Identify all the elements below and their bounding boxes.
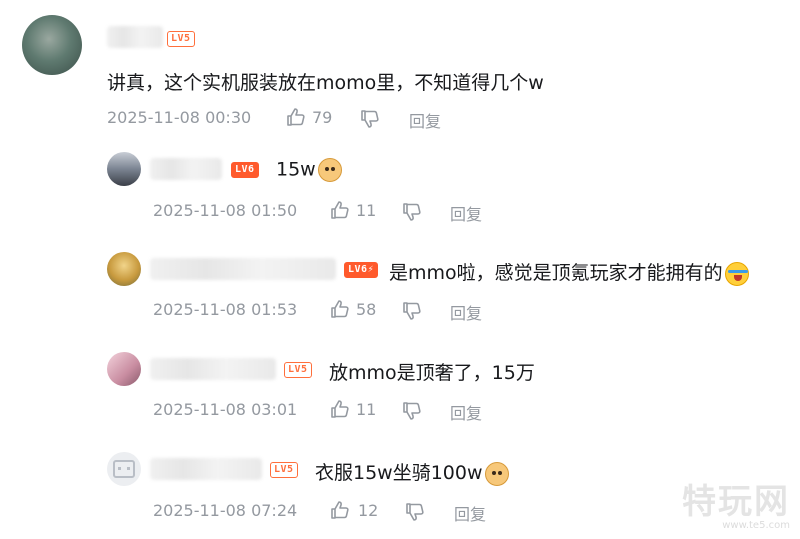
avatar[interactable] (22, 15, 82, 75)
comment-timestamp: 2025-11-08 07:24 (153, 501, 298, 520)
avatar[interactable] (107, 152, 141, 186)
reply-button[interactable]: 回复 (450, 400, 482, 424)
reply-button[interactable]: 回复 (450, 300, 482, 324)
comment-timestamp: 2025-11-08 01:53 (153, 300, 298, 319)
watermark-logo-text: 特玩网 (682, 482, 790, 522)
thumbs-down-icon[interactable] (402, 202, 422, 222)
like-count: 58 (356, 300, 377, 319)
like-count: 11 (356, 400, 377, 419)
level-badge: LV5 (270, 462, 298, 478)
dog-emoji-icon (484, 461, 509, 486)
thumbs-up-icon[interactable] (330, 399, 350, 419)
avatar[interactable] (107, 452, 141, 486)
username-blurred[interactable] (150, 258, 336, 280)
lightning-icon: ⚡ (367, 264, 375, 275)
comment-text: 衣服15w坐骑100w (315, 458, 509, 486)
reply-button[interactable]: 回复 (454, 501, 486, 525)
comment-timestamp: 2025-11-08 00:30 (107, 108, 252, 127)
thumbs-down-icon[interactable] (360, 109, 380, 129)
thumbs-up-icon[interactable] (286, 107, 306, 127)
thumbs-down-icon[interactable] (405, 502, 425, 522)
comment-timestamp: 2025-11-08 01:50 (153, 201, 298, 220)
thumbs-up-icon[interactable] (330, 299, 350, 319)
dog-emoji-icon (317, 158, 342, 182)
username-blurred[interactable] (150, 358, 276, 380)
level-badge: LV6 (231, 162, 259, 178)
username-blurred[interactable] (150, 158, 222, 180)
thumbs-up-icon[interactable] (330, 500, 350, 520)
like-count: 79 (312, 108, 333, 127)
thumbs-down-icon[interactable] (402, 301, 422, 321)
comment-text-content: 15w (276, 158, 316, 181)
like-count: 12 (358, 501, 379, 520)
avatar[interactable] (107, 252, 141, 286)
comment-timestamp: 2025-11-08 03:01 (153, 400, 298, 419)
comment-text: 讲真，这个实机服装放在momo里，不知道得几个w (107, 72, 544, 94)
avatar[interactable] (107, 352, 141, 386)
comment-text-content: 衣服15w坐骑100w (315, 462, 483, 484)
thumbs-up-icon[interactable] (330, 200, 350, 220)
username-blurred[interactable] (107, 26, 163, 48)
username-blurred[interactable] (150, 458, 262, 480)
thumbs-down-icon[interactable] (402, 401, 422, 421)
comment-text-content: 是mmo啦，感觉是顶氪玩家才能拥有的 (389, 262, 723, 284)
reply-button[interactable]: 回复 (409, 108, 441, 132)
site-watermark: 特玩网 www.te5.com (682, 484, 790, 531)
comment-text: 是mmo啦，感觉是顶氪玩家才能拥有的 (389, 258, 749, 286)
level-badge: LV6⚡ (344, 262, 379, 278)
level-badge: LV5 (284, 362, 312, 378)
reply-button[interactable]: 回复 (450, 201, 482, 225)
comment-text: 15w (276, 158, 342, 182)
default-avatar-tv-icon (113, 460, 135, 478)
level-badge: LV5 (167, 31, 195, 47)
like-count: 11 (356, 201, 377, 220)
comment-text: 放mmo是顶奢了，15万 (329, 362, 535, 384)
crying-emoji-icon (724, 261, 749, 286)
level-badge-text: LV6 (348, 264, 368, 275)
